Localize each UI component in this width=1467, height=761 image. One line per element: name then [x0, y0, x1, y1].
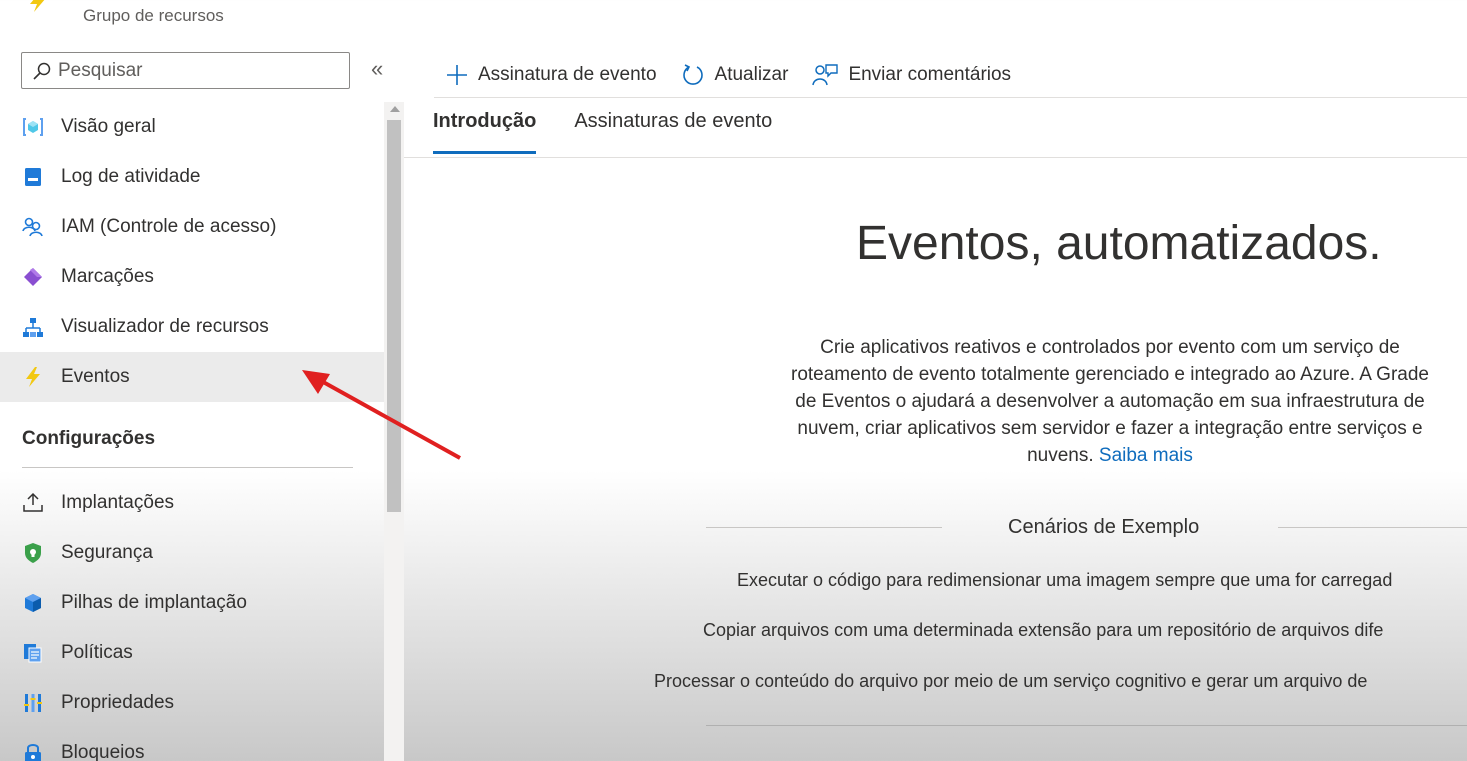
sidebar-item-overview[interactable]: Visão geral	[0, 102, 384, 152]
collapse-sidebar-button[interactable]: «	[371, 56, 383, 82]
sidebar-item-deployment-stacks[interactable]: Pilhas de implantação	[0, 578, 384, 628]
learn-more-link[interactable]: Saiba mais	[1099, 445, 1193, 466]
iam-icon	[22, 216, 44, 238]
search-input[interactable]	[58, 59, 338, 82]
sidebar-item-deployments[interactable]: Implantações	[0, 478, 384, 528]
divider-right	[1278, 527, 1467, 528]
upload-icon	[22, 492, 44, 514]
divider-left	[706, 527, 942, 528]
button-label: Enviar comentários	[848, 64, 1012, 85]
plus-icon	[447, 65, 467, 85]
sidebar-item-label: Eventos	[61, 366, 130, 387]
search-box[interactable]	[21, 52, 350, 89]
sidebar-item-label: Implantações	[61, 492, 175, 513]
sidebar-item-resource-visualizer[interactable]: Visualizador de recursos	[0, 302, 384, 352]
sidebar-item-locks[interactable]: Bloqueios	[0, 728, 384, 761]
sidebar-item-label: Segurança	[61, 542, 153, 563]
button-label: Assinatura de evento	[478, 64, 657, 85]
sidebar-item-security[interactable]: Segurança	[0, 528, 384, 578]
shield-icon	[22, 542, 44, 564]
annotation-arrow	[302, 370, 461, 460]
button-label: Atualizar	[714, 64, 789, 85]
sidebar-item-label: Log de atividade	[61, 166, 201, 187]
hero-description: Crie aplicativos reativos e controlados …	[778, 334, 1442, 469]
hero-title: Eventos, automatizados.	[856, 217, 1382, 270]
tab-assinaturas-de-evento[interactable]: Assinaturas de evento	[574, 110, 772, 154]
sidebar-item-label: Bloqueios	[61, 742, 145, 761]
sidebar-item-label: Visão geral	[61, 116, 156, 137]
overview-icon	[22, 116, 44, 138]
lock-icon	[22, 742, 44, 761]
sidebar-item-label: IAM (Controle de acesso)	[61, 216, 277, 237]
sidebar-item-label: Propriedades	[61, 692, 175, 713]
tab-bar: Introdução Assinaturas de evento	[433, 110, 810, 158]
command-bar-divider	[434, 97, 1467, 98]
command-bar: Assinatura de evento Atualizar Enviar co…	[404, 52, 1467, 98]
scenario-item: Copiar arquivos com uma determinada exte…	[703, 620, 1384, 640]
scenario-item: Executar o código para redimensionar uma…	[737, 570, 1393, 590]
search-icon	[33, 62, 51, 80]
resource-type-subtitle: Grupo de recursos	[83, 6, 224, 25]
lightning-icon	[22, 366, 44, 388]
activity-log-icon	[22, 166, 44, 188]
resource-visualizer-icon	[22, 316, 44, 338]
example-scenarios-title: Cenários de Exemplo	[1008, 516, 1200, 538]
sidebar-item-properties[interactable]: Propriedades	[0, 678, 384, 728]
tab-bar-divider	[404, 157, 1467, 158]
sidebar-item-activity-log[interactable]: Log de atividade	[0, 152, 384, 202]
sidebar-item-label: Visualizador de recursos	[61, 316, 269, 337]
sidebar-item-iam[interactable]: IAM (Controle de acesso)	[0, 202, 384, 252]
blade-header: Grupo de recursos	[0, 0, 1467, 40]
sidebar-item-tags[interactable]: Marcações	[0, 252, 384, 302]
scenario-item: Processar o conteúdo do arquivo por meio…	[654, 671, 1368, 691]
scenarios-bottom-divider	[706, 725, 1467, 726]
refresh-button[interactable]: Atualizar	[681, 63, 789, 87]
feedback-icon	[812, 64, 839, 86]
scroll-up-arrow-icon[interactable]	[390, 106, 400, 112]
lightning-icon	[30, 0, 45, 12]
sidebar-item-policies[interactable]: Políticas	[0, 628, 384, 678]
sidebar-item-label: Políticas	[61, 642, 133, 663]
add-event-subscription-button[interactable]: Assinatura de evento	[446, 64, 657, 86]
example-scenarios-header: Cenários de Exemplo	[706, 516, 1467, 544]
cube-icon	[22, 592, 44, 614]
refresh-icon	[682, 64, 703, 85]
sidebar-item-label: Pilhas de implantação	[61, 592, 247, 613]
send-feedback-button[interactable]: Enviar comentários	[812, 63, 1011, 87]
sidebar-item-label: Marcações	[61, 266, 154, 287]
tag-icon	[22, 266, 44, 288]
properties-icon	[22, 692, 44, 714]
tab-introducao[interactable]: Introdução	[433, 110, 537, 154]
policy-icon	[22, 642, 44, 664]
